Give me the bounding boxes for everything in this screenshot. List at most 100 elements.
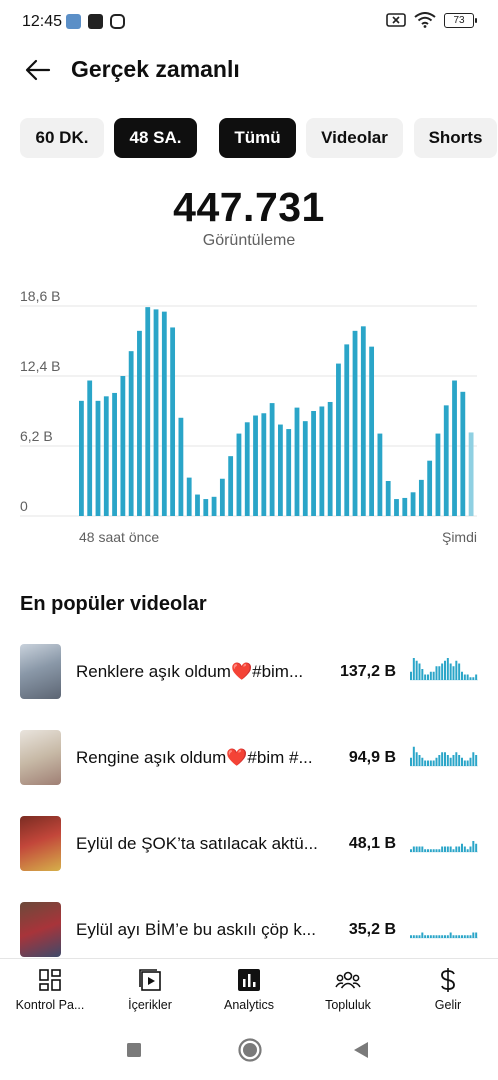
chart-bar[interactable] [95,400,101,516]
chart-bar[interactable] [253,415,258,516]
nav-analytics[interactable]: Analytics [200,959,298,1021]
chart-bar[interactable] [128,351,134,516]
video-sparkline [410,658,478,681]
home-button[interactable] [237,1037,263,1068]
chart-bar[interactable] [228,456,234,516]
nav-community[interactable]: Topluluk [298,959,398,1021]
chart-bar[interactable] [360,326,366,516]
community-icon [335,967,361,993]
sparkline-bar [449,757,452,766]
chart-bar[interactable] [79,400,84,516]
chart-bar[interactable] [468,432,474,516]
chart-bar[interactable] [244,422,250,516]
chart-bar[interactable] [269,403,275,516]
popular-videos-title: En popüler videolar [20,593,207,615]
chart-bar[interactable] [170,327,176,516]
chart-bar[interactable] [377,433,383,516]
chip-videos[interactable]: Videolar [306,118,403,158]
chart-bar[interactable] [410,492,416,516]
sparkline-bar [444,846,446,852]
chip-shorts[interactable]: Shorts [414,118,497,158]
sparkline-bar [452,935,455,938]
chart-bar[interactable] [427,460,433,516]
chart-bar[interactable] [103,396,109,516]
instagram-icon [110,14,125,29]
square-icon [127,1043,141,1057]
chart-bar[interactable] [394,499,399,516]
chart-bar[interactable] [153,309,159,516]
chart-bar[interactable] [261,413,267,516]
sparkline-bar [475,932,478,938]
sparkline-bar [418,935,421,938]
sparkline-bar [444,660,446,680]
sparkline-bar [438,935,441,938]
chart-bar[interactable] [112,392,117,516]
sparkline-bar [424,849,427,852]
sparkline-bar [449,846,452,852]
app-header: Gerçek zamanlı [0,48,498,92]
chart-bar[interactable] [369,346,375,516]
back-button[interactable] [20,52,56,88]
chart-bar[interactable] [195,494,200,516]
chart-bar[interactable] [418,479,424,516]
chart-bar[interactable] [443,405,449,516]
chart-bar[interactable] [236,433,242,516]
video-row[interactable]: Eylül de ŞOK’ta satılacak aktü... 48,1 B [0,809,498,879]
chart-bar[interactable] [161,311,167,516]
chart-bar[interactable] [402,497,408,516]
sparkline-bar [421,846,424,852]
video-row[interactable]: Renklere aşık oldum❤️#bim... 137,2 B [0,637,498,707]
nav-label: Topluluk [325,998,371,1012]
chart-bar[interactable] [120,376,126,516]
chart-bar[interactable] [452,380,457,516]
nav-content[interactable]: İçerikler [100,959,200,1021]
chart-bar[interactable] [302,421,308,516]
chart-bar[interactable] [460,391,466,516]
chart-bar[interactable] [311,411,316,516]
chart-bar[interactable] [278,424,283,516]
chart-bar[interactable] [203,499,209,516]
chart-bar[interactable] [87,380,93,516]
sparkline-bar [415,660,418,680]
chip-all[interactable]: Tümü [219,118,296,158]
sparkline-bar [410,849,412,852]
sparkline-bar [466,849,469,852]
chart-bar[interactable] [385,481,391,516]
chip-60-min[interactable]: 60 DK. [20,118,104,158]
chart-bar[interactable] [327,401,333,516]
nav-revenue[interactable]: Gelir [398,959,498,1021]
total-views-value: 447.731 [173,184,325,230]
chart-bar[interactable] [336,363,341,516]
app-icon [88,14,103,29]
sparkline-bar [432,849,435,852]
bar-chart: 18,6 B 12,4 B 6,2 B 0 48 saat önce Şimdi [20,290,477,545]
chart-bar[interactable] [352,330,358,516]
chart-bar[interactable] [294,407,300,516]
back-nav-button[interactable] [353,1041,369,1064]
chart-bar[interactable] [211,496,217,516]
chart-bar[interactable] [286,429,292,516]
chart-bar[interactable] [186,477,192,516]
sparkline-bar [452,755,455,766]
bottom-navigation: Kontrol Pa... İçerikler Analytics Toplul… [0,958,498,1020]
sparkline-bar [475,843,478,852]
sparkline-bar [421,932,424,938]
video-row[interactable]: Rengine aşık oldum❤️#bim #... 94,9 B [0,723,498,793]
battery-icon: 73 [444,12,477,28]
chart-bar[interactable] [178,417,184,516]
page-title: Gerçek zamanlı [71,56,240,82]
chart-bar[interactable] [137,330,142,516]
video-row[interactable]: Eylül ayı BİM’e bu askılı çöp k... 35,2 … [0,895,498,965]
status-icons: 73 [386,12,477,28]
chart-bar[interactable] [319,406,325,516]
chart-bar[interactable] [145,307,151,516]
chart-bar[interactable] [435,433,441,516]
nav-dashboard[interactable]: Kontrol Pa... [0,959,100,1021]
chart-bar[interactable] [344,344,350,516]
sparkline-bar [455,935,458,938]
sparkline-bar [461,935,463,938]
chip-48-hours[interactable]: 48 SA. [114,118,197,158]
chart-bar[interactable] [219,478,225,516]
recent-apps-button[interactable] [126,1042,142,1063]
sparkline-bar [449,663,452,680]
